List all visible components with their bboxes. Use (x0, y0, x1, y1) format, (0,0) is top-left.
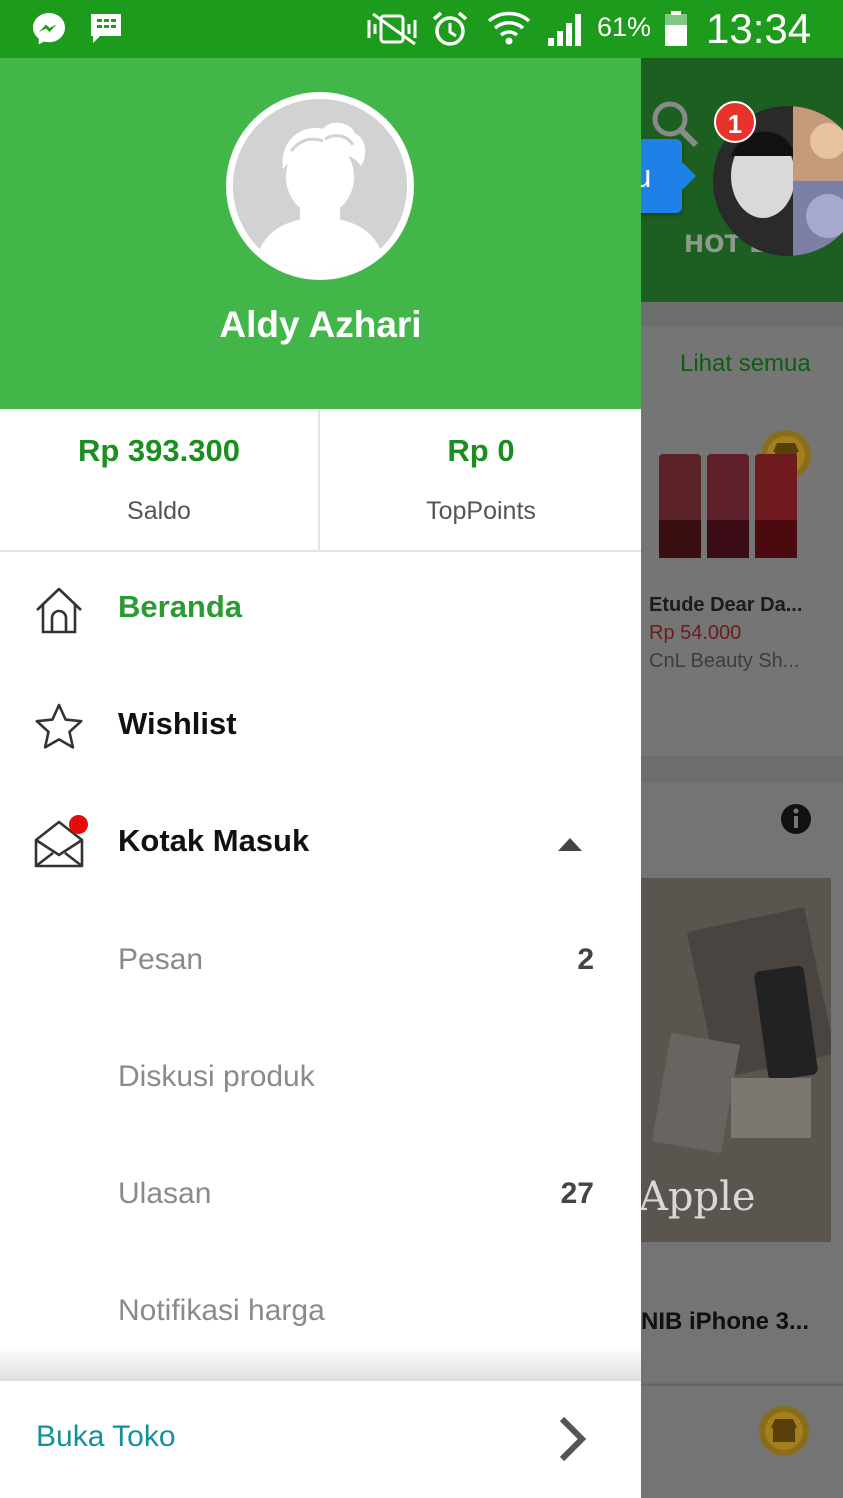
product-price: Rp 54.000 (649, 622, 742, 644)
menu-label-kotak-masuk: Kotak Masuk (118, 823, 310, 858)
promo-banner[interactable]: Apple (641, 878, 831, 1242)
menu-label-beranda: Beranda (118, 589, 243, 624)
see-all-link[interactable]: Lihat semua (680, 350, 811, 378)
submenu-count: 2 (577, 943, 594, 976)
unread-dot-icon (69, 815, 88, 834)
balance-row: Rp 393.300 Saldo Rp 0 TopPoints (0, 409, 641, 552)
saldo-value: Rp 393.300 (78, 433, 240, 468)
toppoints-value: Rp 0 (447, 433, 515, 468)
menu-label-wishlist: Wishlist (118, 706, 237, 741)
banner-brand-text: Apple (641, 1174, 756, 1220)
submenu-label: Ulasan (118, 1177, 212, 1210)
product-shop: CnL Beauty Sh... (649, 650, 800, 672)
product-title[interactable]: Etude Dear Da... (649, 594, 802, 617)
submenu-item-diskusi-produk[interactable]: Diskusi produk (0, 1020, 641, 1137)
alarm-icon (432, 11, 468, 46)
profile-header[interactable]: Aldy Azhari (0, 58, 641, 409)
background-app: HOT LIST Lihat semua Etude Dear Da... Rp… (641, 58, 843, 1498)
star-icon (35, 703, 83, 749)
footer-shadow (0, 1346, 641, 1380)
chevron-right-icon (559, 1416, 587, 1462)
caret-up-icon[interactable] (556, 836, 584, 852)
toppoints-label: TopPoints (426, 497, 536, 525)
toppoints-cell[interactable]: Rp 0 TopPoints (321, 409, 641, 552)
menu-item-beranda[interactable]: Beranda (0, 552, 641, 669)
chat-unread-badge: 1 (714, 101, 756, 143)
submenu-label: Pesan (118, 943, 204, 976)
status-bar: 61% 13:34 (0, 0, 843, 58)
submenu-label: Notifikasi harga (118, 1294, 325, 1327)
nfc-mute-icon (367, 12, 417, 46)
menu-item-kotak-masuk[interactable]: Kotak Masuk (0, 786, 641, 903)
profile-name: Aldy Azhari (219, 304, 422, 345)
saldo-cell[interactable]: Rp 393.300 Saldo (0, 409, 320, 552)
submenu-count: 27 (560, 1177, 594, 1210)
product2-title[interactable]: NIB iPhone 3... (641, 1308, 809, 1336)
battery-percent: 61% (597, 12, 652, 42)
clock: 13:34 (706, 5, 812, 52)
submenu-item-ulasan[interactable]: Ulasan 27 (0, 1137, 641, 1254)
next-card (641, 1384, 843, 1498)
buka-toko-label: Buka Toko (36, 1420, 176, 1453)
shop-badge-icon (759, 1406, 809, 1456)
product-image (659, 454, 797, 558)
avatar[interactable] (226, 92, 414, 280)
home-icon (36, 587, 82, 634)
wifi-icon (487, 11, 531, 45)
messenger-icon (33, 13, 65, 45)
menu-item-wishlist[interactable]: Wishlist (0, 669, 641, 786)
navigation-drawer: Aldy Azhari Rp 393.300 Saldo Rp 0 TopPoi… (0, 58, 641, 1498)
submenu-item-pesan[interactable]: Pesan 2 (0, 903, 641, 1020)
default-avatar-icon (233, 99, 407, 273)
battery-icon (665, 11, 687, 46)
bbm-icon (91, 14, 121, 43)
submenu-label: Diskusi produk (118, 1060, 315, 1093)
signal-icon (548, 14, 581, 46)
info-icon[interactable] (779, 802, 813, 836)
saldo-label: Saldo (127, 497, 191, 525)
buka-toko-button[interactable]: Buka Toko (0, 1380, 641, 1498)
